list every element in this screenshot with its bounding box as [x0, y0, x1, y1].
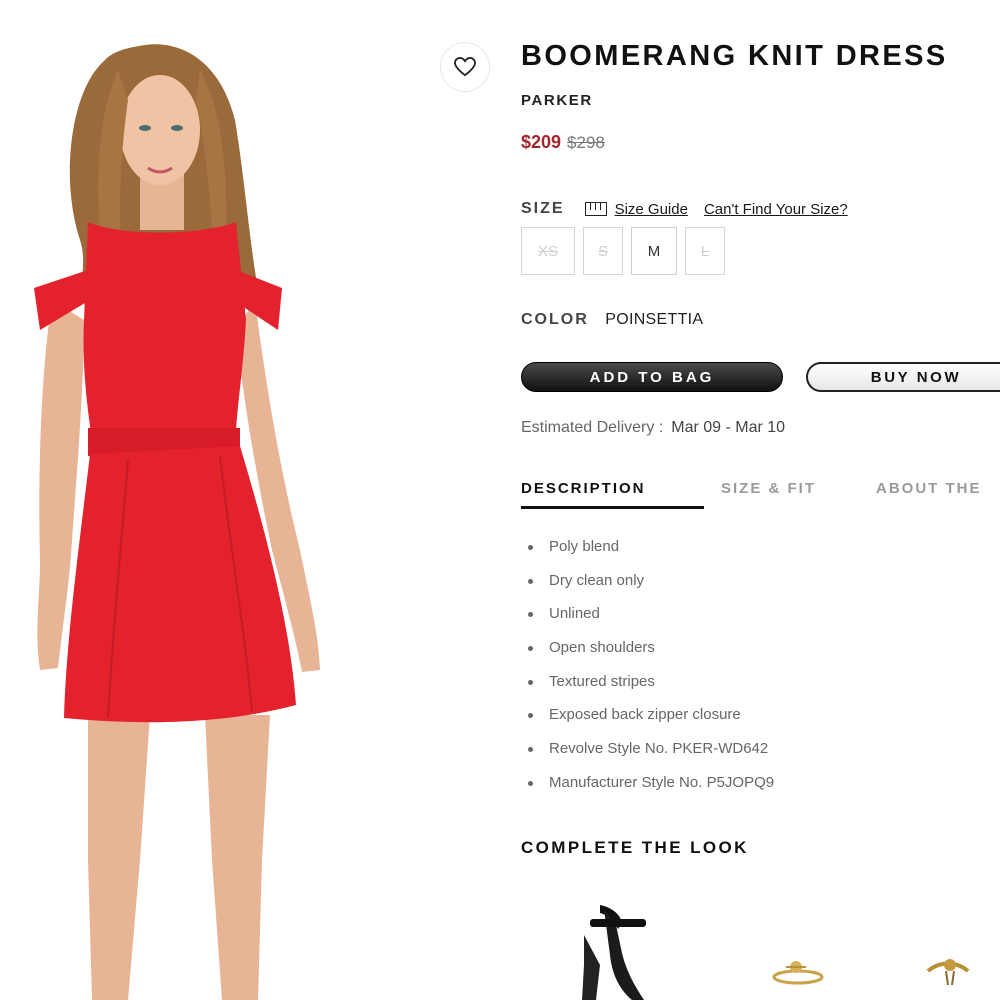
size-option-m[interactable]: M	[631, 227, 677, 275]
complete-the-look-heading: COMPLETE THE LOOK	[521, 838, 749, 857]
size-option-l[interactable]: L	[685, 227, 725, 275]
size-label: SIZE	[521, 200, 565, 217]
size-option-xs[interactable]: XS	[521, 227, 575, 275]
tab-description[interactable]: DESCRIPTION	[521, 480, 646, 497]
price: $209 $298	[521, 132, 605, 153]
list-item: Poly blend	[528, 538, 774, 572]
list-item: Unlined	[528, 605, 774, 639]
product-photo	[0, 0, 430, 1000]
list-item: Manufacturer Style No. P5JOPQ9	[528, 774, 774, 808]
ruler-icon	[584, 202, 607, 216]
brand-name[interactable]: PARKER	[521, 92, 593, 109]
delivery-dates: Mar 09 - Mar 10	[671, 419, 786, 436]
size-option-s[interactable]: S	[583, 227, 623, 275]
sandal-product-image[interactable]	[582, 905, 646, 1000]
bullet-icon	[528, 578, 533, 584]
cant-find-size-link[interactable]: Can't Find Your Size?	[704, 201, 848, 218]
bullet-icon	[528, 747, 533, 753]
bullet-icon	[528, 780, 533, 786]
size-guide-link[interactable]: Size Guide	[615, 201, 688, 218]
bullet-icon	[528, 713, 533, 719]
bullet-icon	[528, 646, 533, 652]
list-item: Open shoulders	[528, 639, 774, 673]
list-item-text: Manufacturer Style No. P5JOPQ9	[549, 773, 775, 791]
tab-size-fit[interactable]: SIZE & FIT	[721, 480, 816, 497]
product-title: BOOMERANG KNIT DRESS	[521, 40, 948, 72]
list-item-text: Open shoulders	[549, 639, 655, 657]
wishlist-button[interactable]	[440, 42, 490, 92]
heart-icon	[454, 57, 476, 77]
estimated-delivery: Estimated Delivery : Mar 09 - Mar 10	[521, 419, 785, 437]
sale-price: $209	[521, 132, 562, 152]
list-item-text: Dry clean only	[549, 571, 645, 589]
list-item: Revolve Style No. PKER-WD642	[528, 740, 774, 774]
bullet-icon	[528, 679, 533, 685]
description-list: Poly blend Dry clean only Unlined Open s…	[528, 538, 774, 808]
bullet-icon	[528, 612, 533, 618]
list-item: Exposed back zipper closure	[528, 706, 774, 740]
add-to-bag-button[interactable]: ADD TO BAG	[521, 362, 783, 392]
list-item-text: Revolve Style No. PKER-WD642	[549, 740, 769, 758]
list-item-text: Unlined	[549, 605, 600, 623]
list-item-text: Exposed back zipper closure	[549, 706, 741, 724]
active-tab-indicator	[521, 506, 704, 509]
product-tabs: DESCRIPTION SIZE & FIT ABOUT THE	[521, 480, 1000, 510]
tab-about[interactable]: ABOUT THE	[876, 480, 982, 497]
color-row: COLOR POINSETTIA	[521, 311, 703, 329]
color-value: POINSETTIA	[605, 311, 704, 328]
delivery-label: Estimated Delivery :	[521, 419, 664, 436]
size-selector: XS S M L	[521, 227, 725, 275]
earring-product-image[interactable]	[926, 959, 970, 986]
list-item: Dry clean only	[528, 572, 774, 606]
size-header: SIZE Size Guide Can't Find Your Size?	[521, 200, 848, 218]
bullet-icon	[528, 545, 533, 550]
buy-now-button[interactable]: BUY NOW	[806, 362, 1000, 392]
color-label: COLOR	[521, 311, 589, 328]
list-item-text: Poly blend	[549, 538, 620, 555]
ring-product-image[interactable]	[772, 961, 824, 985]
list-item: Textured stripes	[528, 673, 774, 707]
complete-the-look-products	[582, 905, 970, 1000]
list-item-text: Textured stripes	[549, 672, 655, 690]
original-price: $298	[567, 133, 605, 152]
